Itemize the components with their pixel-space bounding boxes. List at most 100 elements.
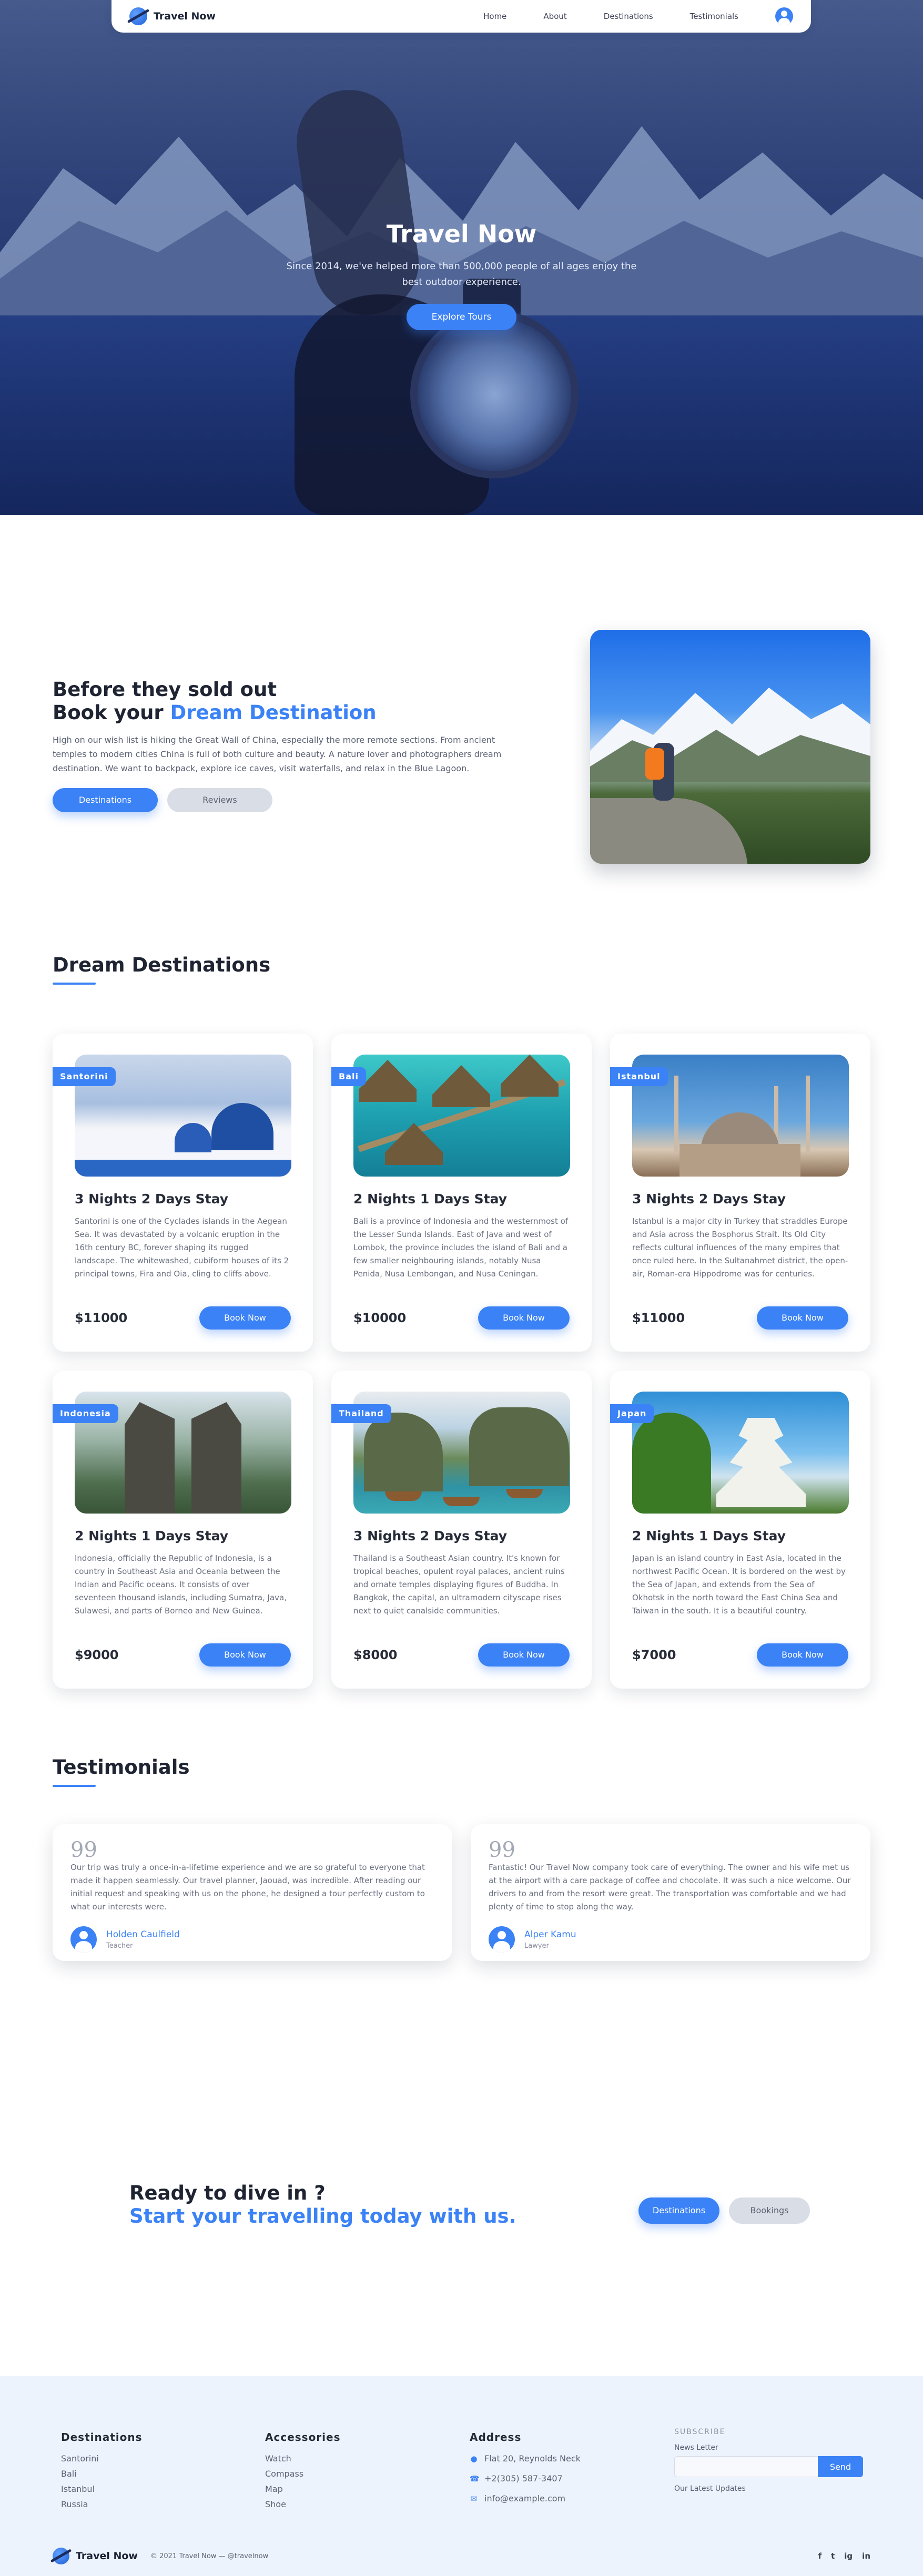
destination-card-bali: Bali 2 Nights 1 Days Stay Bali is a prov… <box>331 1034 592 1352</box>
destinations-heading-wrap: Dream Destinations <box>53 954 270 985</box>
backpack-image <box>645 748 664 780</box>
quote-icon: 99 <box>70 1838 97 1862</box>
footer-link[interactable]: Compass <box>265 2466 341 2481</box>
minaret-image <box>674 1076 678 1154</box>
sea-image <box>75 1160 291 1177</box>
card-title: 3 Nights 2 Days Stay <box>632 1191 786 1207</box>
destinations-heading: Dream Destinations <box>53 954 271 976</box>
mail-icon: ✉ <box>470 2494 478 2503</box>
destination-tag: Bali <box>331 1067 366 1086</box>
intro-title-accent: Dream Destination <box>170 701 377 724</box>
testimonials-section: Testimonials 99 Our trip was truly a onc… <box>0 1756 923 2134</box>
water-villa-image <box>385 1123 443 1165</box>
linkedin-icon[interactable]: in <box>862 2551 870 2561</box>
intro-title-line1: Before they sold out <box>53 678 277 701</box>
book-now-button[interactable]: Book Now <box>478 1306 570 1330</box>
snowy-peaks-image <box>590 688 870 782</box>
nav-about-link[interactable]: About <box>543 12 566 21</box>
card-footer: $11000 Book Now <box>75 1306 291 1330</box>
globe-plane-logo-icon <box>53 2548 69 2564</box>
heading-underline <box>53 1785 96 1787</box>
destination-tag: Thailand <box>331 1404 391 1423</box>
footer-brand[interactable]: Travel Now <box>53 2548 138 2564</box>
reviews-button[interactable]: Reviews <box>167 788 272 812</box>
testimonial-author: Holden Caulfield Teacher <box>70 1926 434 1953</box>
footer-link[interactable]: Bali <box>61 2466 143 2481</box>
card-description: Indonesia, officially the Republic of In… <box>75 1553 287 1616</box>
footer-link[interactable]: Istanbul <box>61 2481 143 2497</box>
explore-tours-button[interactable]: Explore Tours <box>406 304 517 330</box>
footer-link[interactable]: Map <box>265 2481 341 2497</box>
testimonials-heading-wrap: Testimonials <box>53 1756 189 1787</box>
footer-bottom-bar: Travel Now © 2021 Travel Now — @travelno… <box>53 2548 870 2564</box>
footer-brand-name: Travel Now <box>76 2550 138 2562</box>
facebook-icon[interactable]: f <box>818 2551 822 2561</box>
card-description: Santorini is one of the Cyclades islands… <box>75 1217 289 1279</box>
card-footer: $10000 Book Now <box>353 1306 570 1330</box>
cta-heading: Ready to dive in ? <box>129 2182 326 2204</box>
quote-icon: 99 <box>489 1838 515 1862</box>
author-name: Alper Kamu <box>524 1929 576 1940</box>
address-email-row: ✉ info@example.com <box>470 2489 581 2509</box>
address-street-row: ● Flat 20, Reynolds Neck <box>470 2449 581 2469</box>
hero-subtitle: Since 2014, we've helped more than 500,0… <box>286 261 637 288</box>
card-footer: $11000 Book Now <box>632 1306 848 1330</box>
cta-text: Ready to dive in ? Start your travelling… <box>129 2182 516 2228</box>
minaret-image <box>806 1076 810 1154</box>
destinations-button[interactable]: Destinations <box>53 788 158 812</box>
footer-heading: Accessories <box>265 2431 341 2444</box>
user-avatar-icon[interactable] <box>775 7 793 25</box>
cta-destinations-button[interactable]: Destinations <box>638 2197 719 2224</box>
cta-section: Ready to dive in ? Start your travelling… <box>0 2134 923 2376</box>
nav-home-link[interactable]: Home <box>483 12 506 21</box>
book-now-button[interactable]: Book Now <box>757 1306 848 1330</box>
book-now-button[interactable]: Book Now <box>757 1643 848 1667</box>
intro-title: Before they sold out Book your Dream Des… <box>53 678 526 724</box>
send-button[interactable]: Send <box>818 2456 863 2477</box>
subscribe-form: Send <box>674 2456 863 2477</box>
nav-testimonials-link[interactable]: Testimonials <box>690 12 738 21</box>
cta-bookings-button[interactable]: Bookings <box>729 2197 810 2224</box>
user-avatar-icon <box>489 1926 515 1953</box>
address-list: ● Flat 20, Reynolds Neck ☎ +2(305) 587-3… <box>470 2449 581 2509</box>
rock-image <box>590 798 748 864</box>
bali-photo <box>353 1055 570 1177</box>
footer-heading: Address <box>470 2431 522 2444</box>
longtail-boat-image <box>385 1491 422 1501</box>
destinations-section: Dream Destinations Santorini 3 Nights 2 … <box>0 925 923 1756</box>
card-description: Thailand is a Southeast Asian country. I… <box>353 1553 565 1616</box>
address-email[interactable]: info@example.com <box>484 2489 565 2509</box>
card-title: 2 Nights 1 Days Stay <box>632 1528 786 1543</box>
footer-heading: Destinations <box>61 2431 143 2444</box>
footer-link[interactable]: Russia <box>61 2497 143 2512</box>
compass-icon <box>410 310 579 478</box>
destination-card-istanbul: Istanbul 3 Nights 2 Days Stay Istanbul i… <box>610 1034 870 1352</box>
card-footer: $7000 Book Now <box>632 1643 848 1667</box>
brand[interactable]: Travel Now <box>129 7 216 25</box>
footer-link[interactable]: Shoe <box>265 2497 341 2512</box>
longtail-boat-image <box>443 1497 480 1506</box>
nav-destinations-link[interactable]: Destinations <box>604 12 653 21</box>
address-phone[interactable]: +2(305) 587-3407 <box>484 2469 563 2489</box>
footer-list: Watch Compass Map Shoe <box>265 2451 341 2512</box>
footer-link[interactable]: Santorini <box>61 2451 143 2466</box>
footer-accessories-column: Accessories Watch Compass Map Shoe <box>265 2431 341 2512</box>
longtail-boat-image <box>506 1489 543 1498</box>
newsletter-email-input[interactable] <box>674 2456 818 2477</box>
footer-link[interactable]: Watch <box>265 2451 341 2466</box>
address-phone-row: ☎ +2(305) 587-3407 <box>470 2469 581 2489</box>
castle-image <box>716 1418 806 1507</box>
address-street: Flat 20, Reynolds Neck <box>484 2454 581 2463</box>
card-description: Japan is an island country in East Asia,… <box>632 1553 846 1616</box>
limestone-cliff-image <box>469 1407 569 1486</box>
author-role: Lawyer <box>524 1941 549 1950</box>
heading-underline <box>53 983 96 985</box>
card-description: Istanbul is a major city in Turkey that … <box>632 1217 848 1279</box>
destination-card-thailand: Thailand 3 Nights 2 Days Stay Thailand i… <box>331 1371 592 1689</box>
instagram-icon[interactable]: ig <box>844 2551 853 2561</box>
book-now-button[interactable]: Book Now <box>478 1643 570 1667</box>
twitter-icon[interactable]: t <box>831 2551 835 2561</box>
book-now-button[interactable]: Book Now <box>199 1643 291 1667</box>
water-villa-image <box>359 1060 417 1102</box>
book-now-button[interactable]: Book Now <box>199 1306 291 1330</box>
